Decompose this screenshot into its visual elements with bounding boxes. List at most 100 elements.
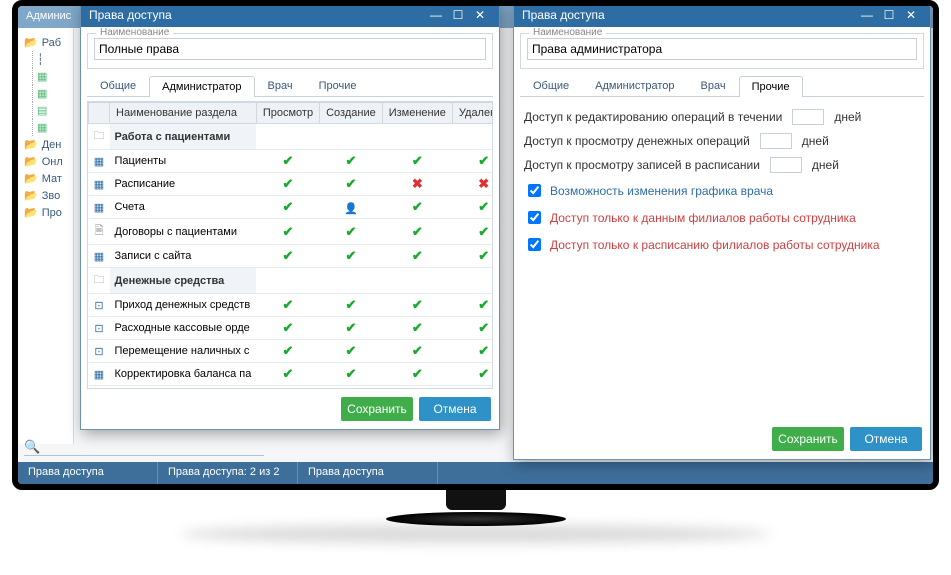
column-header[interactable]: Просмотр [256, 103, 319, 124]
permission-cell[interactable] [382, 294, 452, 317]
permission-cell[interactable] [256, 219, 319, 245]
permission-cell[interactable] [452, 317, 493, 340]
sidebar-item[interactable]: ┆ [32, 51, 73, 68]
permission-cell[interactable] [256, 268, 319, 294]
permission-cell[interactable] [320, 219, 383, 245]
permission-cell[interactable] [320, 245, 383, 268]
permission-cell[interactable] [382, 124, 452, 150]
permission-cell[interactable] [382, 317, 452, 340]
permission-cell[interactable] [382, 268, 452, 294]
days-input[interactable] [770, 157, 802, 173]
permission-cell[interactable] [256, 173, 319, 196]
permission-cell[interactable] [256, 124, 319, 150]
sidebar-item[interactable]: Зво [18, 187, 73, 204]
name-input[interactable] [94, 38, 486, 60]
permission-cell[interactable] [320, 363, 383, 386]
permission-cell[interactable] [382, 340, 452, 363]
permission-cell[interactable] [452, 268, 493, 294]
days-input[interactable] [792, 109, 824, 125]
table-row[interactable]: Корректировка баланса па [89, 363, 494, 386]
permission-cell[interactable] [256, 317, 319, 340]
sidebar-item[interactable]: Мат [18, 170, 73, 187]
tab-администратор[interactable]: Администратор [149, 76, 254, 97]
tab-врач[interactable]: Врач [688, 75, 739, 96]
tab-прочие[interactable]: Прочие [306, 75, 370, 96]
permission-cell[interactable] [320, 196, 383, 219]
table-row[interactable]: Расписание [89, 173, 494, 196]
permission-cell[interactable] [452, 150, 493, 173]
tab-врач[interactable]: Врач [255, 75, 306, 96]
permissions-grid-wrap[interactable]: Наименование разделаПросмотрСозданиеИзме… [87, 101, 493, 389]
permission-cell[interactable] [320, 173, 383, 196]
sidebar-item[interactable]: Онл [18, 153, 73, 170]
search-input[interactable] [24, 438, 264, 456]
permission-cell[interactable] [382, 219, 452, 245]
name-input[interactable] [527, 38, 917, 60]
table-row[interactable]: Приход денежных средств [89, 294, 494, 317]
save-button[interactable]: Сохранить [341, 397, 413, 421]
column-header[interactable]: Удаление [452, 103, 493, 124]
permission-cell[interactable] [382, 196, 452, 219]
permission-cell[interactable] [320, 124, 383, 150]
permission-cell[interactable] [452, 173, 493, 196]
setting-checkbox[interactable] [528, 211, 541, 224]
maximize-button[interactable]: ☐ [447, 6, 469, 24]
permission-cell[interactable] [320, 268, 383, 294]
sidebar-item[interactable]: Раб [18, 34, 73, 51]
column-header[interactable]: Наименование раздела [110, 103, 257, 124]
table-row[interactable]: Денежные средства [89, 268, 494, 294]
maximize-button[interactable]: ☐ [878, 6, 900, 24]
permission-cell[interactable] [256, 150, 319, 173]
permission-cell[interactable] [452, 219, 493, 245]
sidebar-item[interactable]: Про [18, 204, 73, 221]
tab-администратор[interactable]: Администратор [582, 75, 687, 96]
table-row[interactable]: Записи с сайта [89, 245, 494, 268]
table-row[interactable]: Пациенты [89, 150, 494, 173]
close-button[interactable]: ✕ [900, 6, 922, 24]
setting-label[interactable]: Доступ только к данным филиалов работы с… [550, 211, 856, 225]
permission-cell[interactable] [320, 340, 383, 363]
setting-label[interactable]: Доступ только к расписанию филиалов рабо… [550, 238, 880, 252]
permission-cell[interactable] [452, 196, 493, 219]
close-button[interactable]: ✕ [469, 6, 491, 24]
sidebar-item[interactable] [32, 102, 73, 119]
tab-общие[interactable]: Общие [520, 75, 582, 96]
titlebar[interactable]: Права доступа — ☐ ✕ [514, 3, 930, 27]
permission-cell[interactable] [452, 294, 493, 317]
setting-checkbox[interactable] [528, 238, 541, 251]
save-button[interactable]: Сохранить [772, 427, 844, 451]
minimize-button[interactable]: — [425, 6, 447, 24]
table-row[interactable]: Счета [89, 196, 494, 219]
permission-cell[interactable] [256, 294, 319, 317]
permission-cell[interactable] [320, 294, 383, 317]
permission-cell[interactable] [452, 340, 493, 363]
setting-label[interactable]: Возможность изменения графика врача [550, 184, 773, 198]
permission-cell[interactable] [256, 245, 319, 268]
tab-общие[interactable]: Общие [87, 75, 149, 96]
column-header[interactable]: Изменение [382, 103, 452, 124]
permission-cell[interactable] [382, 245, 452, 268]
table-row[interactable]: Работа с пациентами [89, 124, 494, 150]
permission-cell[interactable] [382, 173, 452, 196]
cancel-button[interactable]: Отмена [419, 397, 491, 421]
table-row[interactable]: Договоры с пациентами [89, 219, 494, 245]
permission-cell[interactable] [452, 124, 493, 150]
sidebar-item[interactable] [32, 68, 73, 85]
permission-cell[interactable] [382, 150, 452, 173]
sidebar-item[interactable] [32, 85, 73, 102]
sidebar-item[interactable]: Ден [18, 136, 73, 153]
column-header[interactable]: Создание [320, 103, 383, 124]
minimize-button[interactable]: — [856, 6, 878, 24]
permission-cell[interactable] [452, 245, 493, 268]
permission-cell[interactable] [382, 363, 452, 386]
titlebar[interactable]: Права доступа — ☐ ✕ [81, 3, 499, 27]
sidebar-item[interactable] [32, 119, 73, 136]
permission-cell[interactable] [320, 150, 383, 173]
permission-cell[interactable] [256, 340, 319, 363]
permission-cell[interactable] [320, 317, 383, 340]
tab-прочие[interactable]: Прочие [739, 76, 803, 97]
permission-cell[interactable] [452, 363, 493, 386]
cancel-button[interactable]: Отмена [850, 427, 922, 451]
table-row[interactable]: Перемещение наличных с [89, 340, 494, 363]
permission-cell[interactable] [256, 363, 319, 386]
